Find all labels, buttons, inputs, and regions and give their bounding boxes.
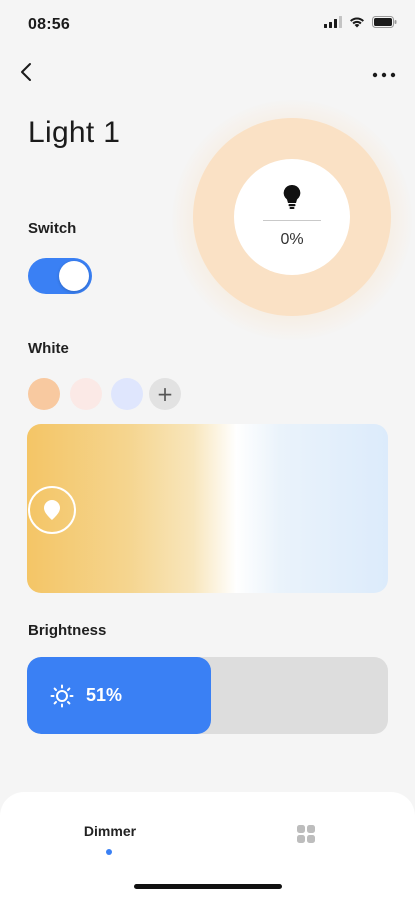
lightbulb-icon [282, 184, 302, 210]
toggle-knob [59, 261, 89, 291]
plus-icon: + [156, 382, 174, 406]
color-temperature-handle[interactable] [28, 486, 76, 534]
color-swatch-cool[interactable] [111, 378, 143, 410]
back-button[interactable] [12, 60, 40, 88]
color-temperature-picker[interactable] [27, 424, 388, 593]
brightness-label: Brightness [28, 622, 107, 639]
active-tab-indicator [106, 849, 112, 855]
switch-label: Switch [28, 220, 77, 237]
home-indicator [134, 884, 282, 889]
battery-icon [372, 16, 397, 28]
status-bar: 08:56 [0, 0, 415, 50]
page-title: Light 1 [28, 116, 121, 149]
color-swatch-neutral[interactable] [70, 378, 102, 410]
grid-icon [296, 824, 316, 849]
power-toggle[interactable] [28, 258, 92, 294]
wifi-icon [349, 16, 365, 28]
tab-grid[interactable] [294, 824, 318, 848]
brightness-slider[interactable] [27, 657, 388, 734]
add-swatch-button[interactable]: + [149, 378, 181, 410]
brightness-value: 51% [86, 685, 123, 705]
white-label: White [28, 340, 69, 357]
cellular-signal-icon [324, 16, 342, 28]
sun-icon [50, 684, 74, 708]
more-horizontal-icon [372, 65, 396, 83]
more-options-button[interactable] [369, 60, 399, 88]
pin-icon [41, 499, 63, 521]
tab-dimmer[interactable]: Dimmer [72, 823, 148, 839]
chevron-left-icon [20, 62, 32, 87]
color-swatch-warm[interactable] [28, 378, 60, 410]
dial-value: 0% [280, 231, 304, 248]
status-time: 08:56 [28, 16, 70, 33]
status-icons [324, 16, 397, 28]
dial-center [234, 159, 350, 275]
dial-divider [263, 220, 321, 221]
